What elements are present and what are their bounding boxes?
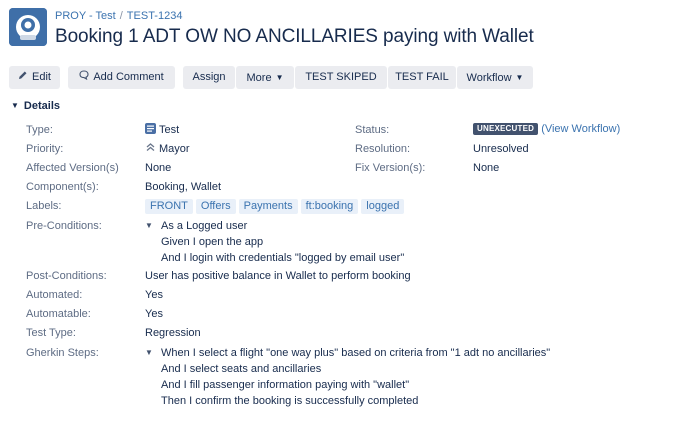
label-tag[interactable]: Payments xyxy=(238,199,298,214)
affected-versions-value: None xyxy=(145,162,172,174)
test-skiped-button-label: TEST SKIPED xyxy=(305,71,377,83)
details-heading: Details xyxy=(23,100,60,112)
gherkin-step-line: Then I confirm the booking is successful… xyxy=(161,395,419,407)
chevron-down-icon: ▼ xyxy=(515,73,524,82)
status-value: UNEXECUTED (View Workflow) xyxy=(473,123,620,135)
pencil-icon xyxy=(18,66,28,89)
chevron-down-icon[interactable]: ▼ xyxy=(145,345,161,361)
edit-button[interactable]: Edit xyxy=(9,66,60,89)
breadcrumb-project-link[interactable]: PROY - Test xyxy=(55,10,116,22)
priority-value: Mayor xyxy=(145,142,190,155)
components-label: Component(s): xyxy=(26,181,99,193)
test-skiped-button[interactable]: TEST SKIPED xyxy=(295,66,387,89)
type-label: Type: xyxy=(26,124,53,136)
precondition-line: Given I open the app xyxy=(161,236,264,248)
issue-title[interactable]: Booking 1 ADT OW NO ANCILLARIES paying w… xyxy=(55,26,534,48)
label-tag[interactable]: ft:booking xyxy=(300,199,359,214)
gherkin-step-text: When I select a flight "one way plus" ba… xyxy=(161,347,551,359)
chevron-down-icon: ▼ xyxy=(275,73,284,82)
preconditions-label: Pre-Conditions: xyxy=(26,220,102,232)
gherkin-steps-list: ▼ When I select a flight "one way plus" b… xyxy=(145,345,550,409)
add-comment-button[interactable]: Add Comment xyxy=(68,66,175,89)
priority-chevrons-icon xyxy=(145,142,156,153)
components-value[interactable]: Booking, Wallet xyxy=(145,181,221,193)
fix-versions-label: Fix Version(s): xyxy=(355,162,426,174)
test-type-icon xyxy=(145,123,156,134)
fix-versions-value: None xyxy=(473,162,500,174)
postconditions-value: User has positive balance in Wallet to p… xyxy=(145,270,411,282)
more-dropdown[interactable]: More ▼ xyxy=(236,66,294,89)
priority-value-text: Mayor xyxy=(159,143,190,155)
view-workflow-link[interactable]: (View Workflow) xyxy=(541,123,620,135)
automated-label: Automated: xyxy=(26,289,83,301)
gherkin-step-line: And I select seats and ancillaries xyxy=(161,363,322,375)
label-tag[interactable]: Offers xyxy=(195,199,236,214)
edit-button-label: Edit xyxy=(32,71,51,83)
gherkin-steps-label: Gherkin Steps: xyxy=(26,347,99,359)
add-comment-button-label: Add Comment xyxy=(93,71,164,83)
labels-label: Labels: xyxy=(26,200,62,212)
project-avatar-icon[interactable] xyxy=(9,8,47,46)
affected-versions-label: Affected Version(s) xyxy=(26,162,119,174)
automated-value: Yes xyxy=(145,289,163,301)
priority-label: Priority: xyxy=(26,143,64,155)
precondition-line: ▼ As a Logged user xyxy=(145,218,404,234)
chevron-down-icon: ▼ xyxy=(11,101,19,110)
precondition-text: As a Logged user xyxy=(161,220,248,232)
gherkin-step-line: ▼ When I select a flight "one way plus" b… xyxy=(145,345,550,361)
breadcrumb: PROY - Test / TEST-1234 xyxy=(55,10,182,22)
breadcrumb-issue-key-link[interactable]: TEST-1234 xyxy=(127,10,183,22)
resolution-label: Resolution: xyxy=(355,143,411,155)
test-fail-button[interactable]: TEST FAIL xyxy=(388,66,456,89)
gherkin-step-line: And I fill passenger information paying … xyxy=(161,379,410,391)
comment-bubble-icon xyxy=(79,66,89,89)
automatable-value: Yes xyxy=(145,308,163,320)
workflow-dropdown[interactable]: Workflow ▼ xyxy=(457,66,533,89)
more-dropdown-label: More xyxy=(246,72,272,84)
postconditions-label: Post-Conditions: xyxy=(26,270,107,282)
precondition-line: And I login with credentials "logged by … xyxy=(161,252,405,264)
status-badge: UNEXECUTED xyxy=(473,123,539,135)
automatable-label: Automatable: xyxy=(26,308,91,320)
breadcrumb-separator: / xyxy=(119,10,123,22)
preconditions-list: ▼ As a Logged user Given I open the app A… xyxy=(145,218,404,266)
labels-list: FRONT Offers Payments ft:booking logged xyxy=(145,199,407,214)
status-label: Status: xyxy=(355,124,390,136)
label-tag[interactable]: logged xyxy=(361,199,405,214)
workflow-dropdown-label: Workflow xyxy=(466,72,512,84)
type-value-text: Test xyxy=(159,124,180,136)
label-tag[interactable]: FRONT xyxy=(145,199,193,214)
details-section-toggle[interactable]: ▼ Details xyxy=(11,100,60,112)
assign-button-label: Assign xyxy=(192,71,226,83)
resolution-value: Unresolved xyxy=(473,143,529,155)
assign-button[interactable]: Assign xyxy=(183,66,235,89)
test-type-value: Regression xyxy=(145,327,201,339)
test-type-label: Test Type: xyxy=(26,327,76,339)
chevron-down-icon[interactable]: ▼ xyxy=(145,218,161,234)
test-fail-button-label: TEST FAIL xyxy=(395,71,449,83)
type-value: Test xyxy=(145,123,179,136)
